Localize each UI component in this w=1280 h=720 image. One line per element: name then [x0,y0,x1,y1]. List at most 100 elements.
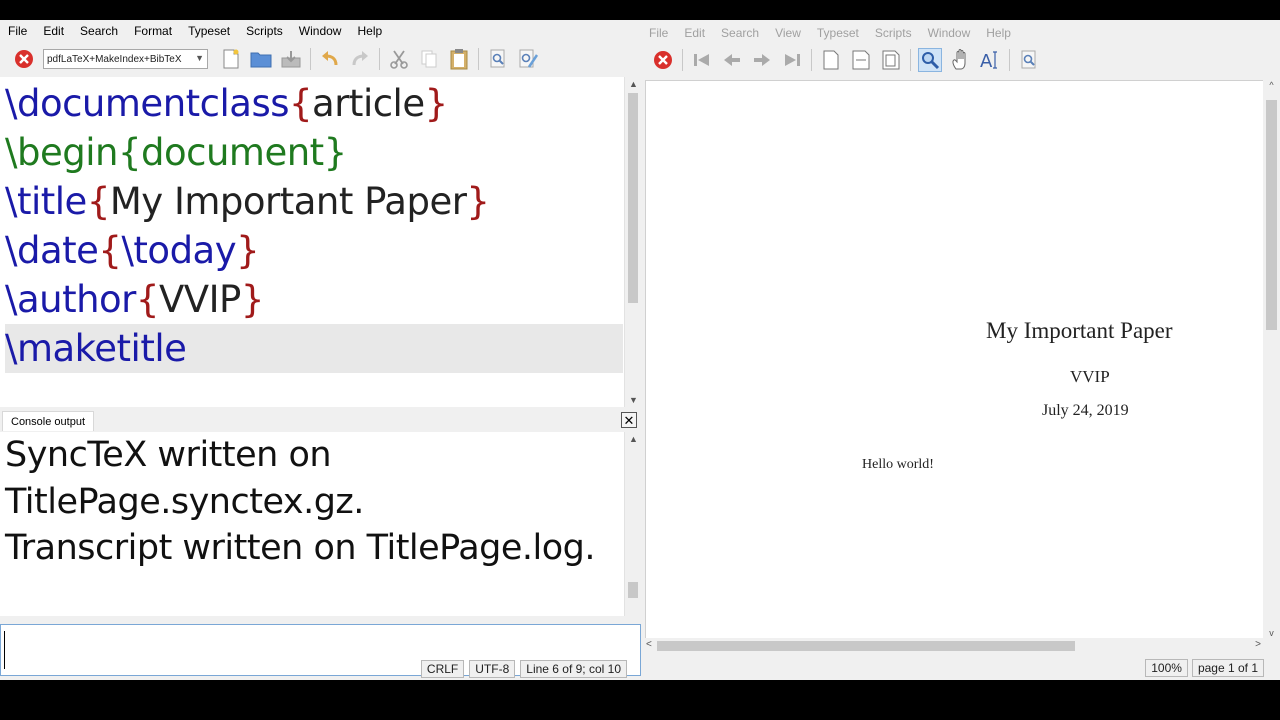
zoom-level-indicator[interactable]: 100% [1145,659,1188,677]
close-icon: ✕ [623,412,635,428]
close-console-button[interactable]: ✕ [621,412,637,428]
pdf-vscroll-thumb[interactable] [1266,100,1277,330]
console-output: SyncTeX written on TitlePage.synctex.gz.… [0,432,641,616]
preview-menubar: File Edit Search View Typeset Scripts Wi… [641,22,1019,44]
menu-file[interactable]: File [0,24,35,38]
pdf-date: July 24, 2019 [1042,402,1129,419]
code-token: VVIP [158,278,241,321]
console-output-tab[interactable]: Console output [2,411,94,431]
find-icon [490,49,505,68]
scroll-up-arrow-icon[interactable]: ▲ [625,77,641,91]
save-button[interactable] [279,47,303,71]
menu-file[interactable]: File [641,26,676,40]
code-editor[interactable]: \documentclass{article} \begin{document} \… [0,77,641,407]
scroll-up-arrow-icon[interactable]: ▲ [625,432,641,446]
scissors-icon [390,50,408,69]
code-line[interactable]: \begin{document} [5,128,623,177]
menu-window[interactable]: Window [920,26,979,40]
preview-toolbar: A [641,45,1044,75]
menu-help[interactable]: Help [349,24,390,38]
find-button[interactable] [1017,48,1041,72]
code-token: article [312,82,425,125]
console-scrollbar[interactable]: ▲ [624,432,641,616]
last-page-button[interactable] [780,48,804,72]
first-page-button[interactable] [690,48,714,72]
code-token: My Important Paper [109,180,467,223]
menu-scripts[interactable]: Scripts [867,26,920,40]
toolbar-separator [478,48,479,70]
encoding-indicator[interactable]: UTF-8 [469,660,516,678]
magnifier-tool-button[interactable] [918,48,942,72]
scroll-tool-button[interactable] [948,48,972,72]
find-button[interactable] [486,47,510,71]
next-page-button[interactable] [750,48,774,72]
pdf-hscroll-thumb[interactable] [657,641,1075,651]
new-file-button[interactable] [219,47,243,71]
code-line[interactable]: \author{VVIP} [5,275,623,324]
code-token: { [98,229,122,272]
paste-button[interactable] [447,47,471,71]
page-width-icon [852,50,870,70]
console-scroll-thumb[interactable] [628,582,638,598]
code-token: } [424,82,449,125]
menu-help[interactable]: Help [978,26,1019,40]
open-file-button[interactable] [249,47,273,71]
menu-scripts[interactable]: Scripts [238,24,291,38]
actual-size-button[interactable] [819,48,843,72]
menu-view[interactable]: View [767,26,809,40]
page-indicator[interactable]: page 1 of 1 [1191,659,1264,677]
pdf-page-view[interactable]: My Important Paper VVIP July 24, 2019 He… [645,80,1263,638]
undo-icon [322,51,338,66]
editor-scroll-thumb[interactable] [628,93,638,303]
cut-button[interactable] [387,47,411,71]
copy-button[interactable] [417,47,441,71]
fit-window-button[interactable] [879,48,903,72]
toolbar-separator [811,49,812,71]
scroll-left-arrow-icon[interactable]: < [646,639,652,650]
svg-text:A: A [980,51,993,70]
scroll-up-arrow-icon[interactable]: ^ [1263,80,1280,90]
editor-scrollbar[interactable]: ▲ ▼ [624,77,641,407]
typeset-engine-select[interactable]: pdfLaTeX+MakeIndex+BibTeX ▼ [43,49,208,69]
cursor-position-indicator[interactable]: Line 6 of 9; col 10 [520,660,627,678]
preview-statusbar: 100% page 1 of 1 [641,656,1280,680]
scroll-right-arrow-icon[interactable]: > [1255,639,1261,650]
menu-format[interactable]: Format [126,24,180,38]
line-ending-indicator[interactable]: CRLF [420,660,465,678]
code-token: { [289,82,313,125]
stop-typeset-button[interactable] [651,48,675,72]
menu-edit[interactable]: Edit [35,24,72,38]
code-line[interactable]: \documentclass{article} [5,79,623,128]
replace-button[interactable] [516,47,540,71]
menu-typeset[interactable]: Typeset [180,24,238,38]
new-file-icon [223,49,239,69]
scroll-down-arrow-icon[interactable]: ▼ [625,393,641,407]
copy-icon [421,50,437,68]
code-line[interactable]: \title{My Important Paper} [5,177,623,226]
first-page-icon [694,54,709,66]
menu-window[interactable]: Window [291,24,350,38]
code-token: { [86,180,111,223]
redo-button[interactable] [348,47,372,71]
editor-window: File Edit Search Format Typeset Scripts … [0,20,641,680]
scroll-down-arrow-icon[interactable]: v [1263,628,1280,638]
undo-button[interactable] [318,47,342,71]
last-page-icon [785,54,800,66]
menu-typeset[interactable]: Typeset [809,26,867,40]
code-line[interactable]: \date{\today} [5,226,623,275]
code-token: \maketitle [5,327,187,370]
code-line[interactable]: \maketitle [5,324,623,373]
fit-width-button[interactable] [849,48,873,72]
menu-edit[interactable]: Edit [676,26,713,40]
menu-search[interactable]: Search [72,24,126,38]
page-icon [823,50,839,70]
pdf-horizontal-scrollbar[interactable]: < > [645,638,1263,654]
pdf-vertical-scrollbar[interactable]: ^ v [1263,80,1280,638]
code-token: \documentclass [5,82,290,125]
menu-search[interactable]: Search [713,26,767,40]
stop-typeset-button[interactable] [12,47,36,71]
previous-page-button[interactable] [720,48,744,72]
select-text-tool-button[interactable]: A [978,48,1002,72]
code-token: } [466,180,490,223]
pdf-author: VVIP [1070,367,1110,386]
